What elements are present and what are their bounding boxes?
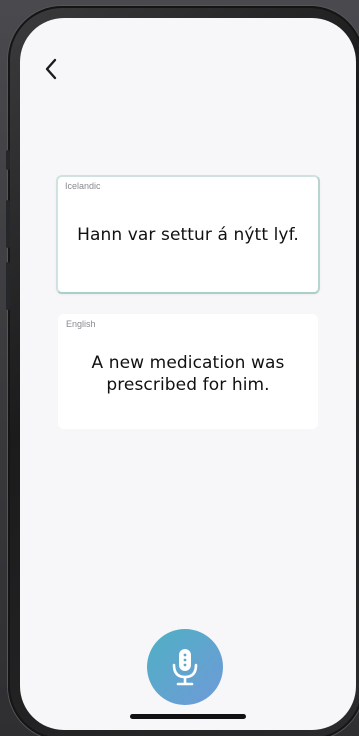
back-button[interactable] <box>38 56 64 82</box>
chevron-left-icon <box>45 58 57 80</box>
translation-card: English A new medication was prescribed … <box>58 314 318 429</box>
record-button[interactable] <box>147 629 223 705</box>
phone-volume-down-button <box>6 262 10 310</box>
source-sentence-text: Hann var settur á nýtt lyf. <box>77 224 299 245</box>
source-sentence-card: Icelandic Hann var settur á nýtt lyf. <box>56 175 320 294</box>
app-screen: Icelandic Hann var settur á nýtt lyf. En… <box>20 18 356 730</box>
phone-side-button <box>6 150 10 170</box>
source-language-label: Icelandic <box>65 181 101 191</box>
phone-volume-up-button <box>6 200 10 248</box>
home-indicator[interactable] <box>130 714 246 719</box>
microphone-icon <box>172 649 198 686</box>
translation-text: A new medication was prescribed for him. <box>91 352 285 395</box>
target-language-label: English <box>66 319 96 329</box>
